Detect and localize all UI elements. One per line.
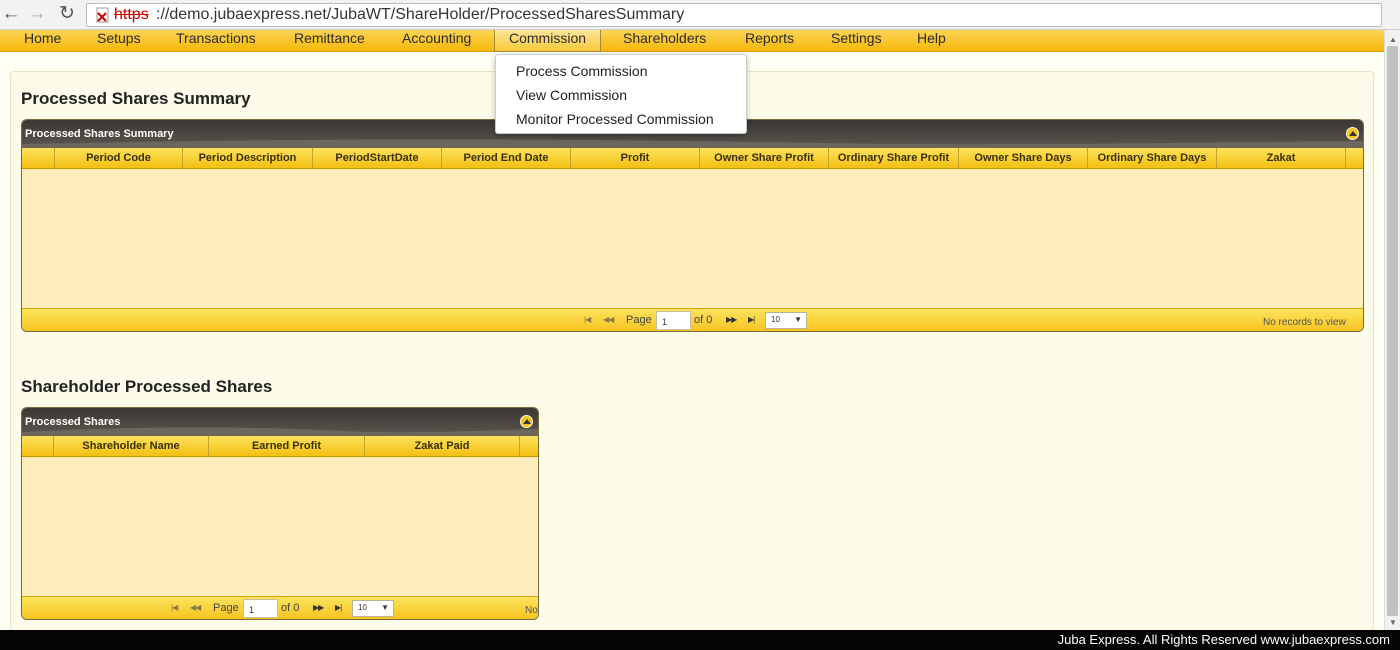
commission-dropdown: Process Commission View Commission Monit… xyxy=(495,54,747,134)
scroll-thumb[interactable] xyxy=(1387,46,1398,616)
summary-grid-body xyxy=(22,169,1363,308)
menu-accounting[interactable]: Accounting xyxy=(402,30,471,52)
menu-remittance[interactable]: Remittance xyxy=(294,30,365,52)
summary-section-title: Processed Shares Summary xyxy=(21,89,251,108)
page-size-select[interactable]: 10 ▼ xyxy=(765,312,807,329)
page-count-label: of 0 xyxy=(281,602,300,614)
summary-grid: Processed Shares Summary Period Code Per… xyxy=(21,119,1364,332)
last-page-icon[interactable]: ▶| xyxy=(748,315,755,324)
row-number-header xyxy=(22,436,54,457)
column-header[interactable]: Period Description xyxy=(183,148,313,169)
menu-monitor-processed-commission[interactable]: Monitor Processed Commission xyxy=(516,111,714,127)
column-header[interactable]: PeriodStartDate xyxy=(313,148,442,169)
column-header[interactable]: Shareholder Name xyxy=(54,436,209,457)
menu-reports[interactable]: Reports xyxy=(745,30,794,52)
address-bar[interactable]: https ://demo.jubaexpress.net/JubaWT/Sha… xyxy=(86,3,1382,27)
dropdown-arrow-icon: ▼ xyxy=(381,603,389,612)
column-header[interactable]: Zakat xyxy=(1217,148,1346,169)
column-header[interactable]: Zakat Paid xyxy=(365,436,520,457)
footer-copyright: Juba Express. All Rights Reserved www.ju… xyxy=(1057,632,1390,647)
main-menu: Home Setups Transactions Remittance Acco… xyxy=(0,30,1384,52)
collapse-toggle-icon[interactable] xyxy=(1346,127,1359,140)
menu-commission[interactable]: Commission xyxy=(494,30,602,52)
page-label: Page xyxy=(213,602,239,614)
page-number-input[interactable] xyxy=(243,599,278,618)
page-count-label: of 0 xyxy=(694,314,713,326)
footer: Juba Express. All Rights Reserved www.ju… xyxy=(0,630,1400,650)
shareholder-grid-caption: Processed Shares xyxy=(22,408,538,436)
shareholder-grid-pager: |◀ ◀◀ Page of 0 ▶▶ ▶| 10 ▼ No xyxy=(22,596,538,619)
column-header[interactable]: Ordinary Share Days xyxy=(1088,148,1217,169)
row-number-header xyxy=(22,148,55,169)
menu-help[interactable]: Help xyxy=(917,30,946,52)
vertical-scrollbar[interactable]: ▲ ▼ xyxy=(1384,30,1400,630)
scroll-down-arrow-icon[interactable]: ▼ xyxy=(1389,618,1397,627)
shareholder-grid-header: Shareholder Name Earned Profit Zakat Pai… xyxy=(22,436,538,457)
menu-transactions[interactable]: Transactions xyxy=(176,30,256,52)
page-size-select[interactable]: 10 ▼ xyxy=(352,600,394,617)
records-info: No xyxy=(525,605,538,616)
menu-process-commission[interactable]: Process Commission xyxy=(516,63,647,79)
scroll-up-arrow-icon[interactable]: ▲ xyxy=(1389,35,1397,44)
shareholder-grid-body xyxy=(22,457,538,596)
records-info: No records to view xyxy=(1263,317,1346,328)
summary-grid-pager: |◀ ◀◀ Page of 0 ▶▶ ▶| 10 ▼ No records to… xyxy=(22,308,1363,331)
back-arrow-icon[interactable]: ← xyxy=(0,3,22,25)
collapse-toggle-icon[interactable] xyxy=(520,415,533,428)
column-header[interactable]: Period Code xyxy=(55,148,183,169)
summary-grid-caption-text: Processed Shares Summary xyxy=(25,128,174,140)
menu-setups[interactable]: Setups xyxy=(97,30,141,52)
shareholder-grid-caption-text: Processed Shares xyxy=(25,416,121,428)
column-header[interactable]: Ordinary Share Profit xyxy=(829,148,959,169)
reload-icon[interactable]: ↻ xyxy=(56,3,78,25)
first-page-icon[interactable]: |◀ xyxy=(584,315,591,324)
menu-settings[interactable]: Settings xyxy=(831,30,882,52)
forward-arrow-icon[interactable]: → xyxy=(26,3,48,25)
page-size-value: 10 xyxy=(358,603,367,612)
column-header[interactable]: Owner Share Profit xyxy=(700,148,829,169)
prev-page-icon[interactable]: ◀◀ xyxy=(190,603,201,612)
shareholder-grid: Processed Shares Shareholder Name Earned… xyxy=(21,407,539,620)
prev-page-icon[interactable]: ◀◀ xyxy=(603,315,614,324)
page-size-value: 10 xyxy=(771,315,780,324)
column-header[interactable]: Owner Share Days xyxy=(959,148,1088,169)
next-page-icon[interactable]: ▶▶ xyxy=(726,315,737,324)
insecure-lock-icon xyxy=(96,7,109,23)
menu-shareholders[interactable]: Shareholders xyxy=(623,30,706,52)
caption-wave-decoration xyxy=(22,139,1363,148)
column-header[interactable]: Earned Profit xyxy=(209,436,365,457)
url-path: ://demo.jubaexpress.net/JubaWT/ShareHold… xyxy=(156,6,685,23)
next-page-icon[interactable]: ▶▶ xyxy=(313,603,324,612)
url-scheme: https xyxy=(114,6,149,23)
summary-grid-header: Period Code Period Description PeriodSta… xyxy=(22,148,1363,169)
last-page-icon[interactable]: ▶| xyxy=(335,603,342,612)
column-header[interactable]: Period End Date xyxy=(442,148,571,169)
browser-toolbar: ← → ↻ https ://demo.jubaexpress.net/Juba… xyxy=(0,0,1400,30)
menu-view-commission[interactable]: View Commission xyxy=(516,87,627,103)
column-header[interactable]: Profit xyxy=(571,148,700,169)
first-page-icon[interactable]: |◀ xyxy=(171,603,178,612)
page-number-input[interactable] xyxy=(656,311,691,330)
menu-home[interactable]: Home xyxy=(24,30,61,52)
page-label: Page xyxy=(626,314,652,326)
shareholder-section-title: Shareholder Processed Shares xyxy=(21,377,273,396)
dropdown-arrow-icon: ▼ xyxy=(794,315,802,324)
